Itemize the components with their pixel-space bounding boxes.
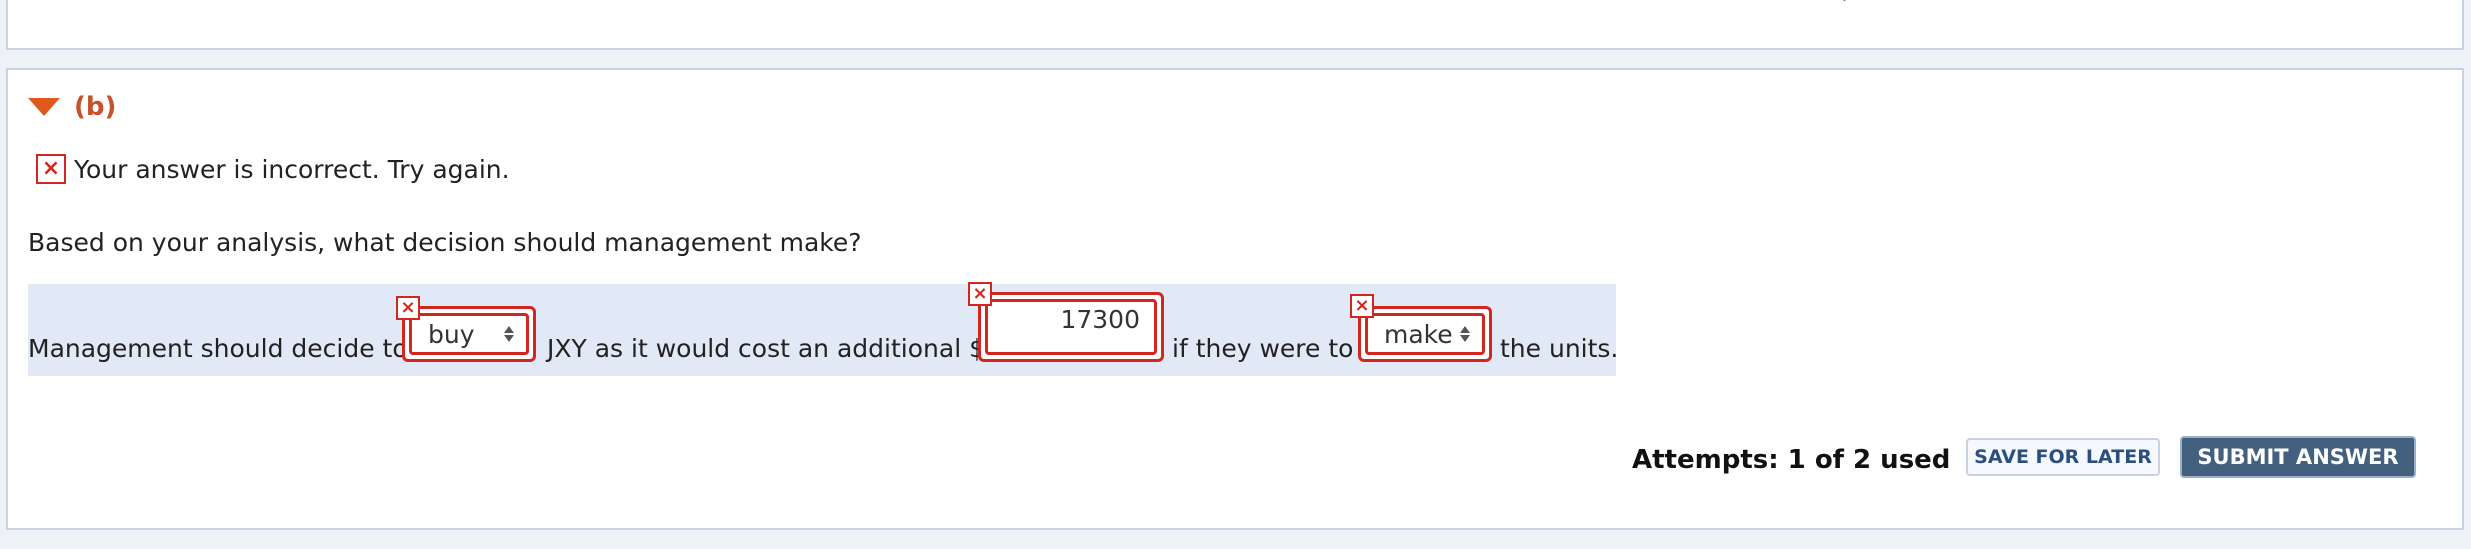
save-for-later-button[interactable]: SAVE FOR LATER xyxy=(1966,438,2160,476)
make-buy-error-x-icon: × xyxy=(1350,294,1374,318)
make-buy-select-value: make xyxy=(1384,319,1453,349)
section-label: (b) xyxy=(74,92,117,122)
amount-error-x-icon: × xyxy=(968,282,992,306)
decision-select-value: buy xyxy=(428,319,475,349)
attempts-counter: Attempts: 1 of 2 used xyxy=(1632,445,1951,475)
answer-text-2: JXY as it would cost an additional $ xyxy=(547,334,985,363)
feedback-text: Your answer is incorrect. Try again. xyxy=(74,154,510,184)
decision-error-x-icon: × xyxy=(396,296,420,320)
incorrect-x-icon: × xyxy=(36,154,66,184)
make-buy-select[interactable]: make xyxy=(1358,306,1492,362)
submit-answer-button[interactable]: SUBMIT ANSWER xyxy=(2180,436,2416,478)
feedback-message: × Your answer is incorrect. Try again. xyxy=(36,154,510,184)
answer-text-4: the units. xyxy=(1500,334,1619,363)
previous-part-panel xyxy=(6,0,2464,50)
cost-amount-value: 17300 xyxy=(1060,304,1140,334)
cost-amount-input[interactable]: 17300 xyxy=(978,292,1164,362)
previous-part-fragment xyxy=(1838,0,1850,2)
section-toggle[interactable]: (b) xyxy=(28,92,116,122)
caret-down-icon xyxy=(28,98,60,116)
answer-text-1: Management should decide to xyxy=(28,334,408,363)
answer-text-3: if they were to xyxy=(1172,334,1354,363)
answer-row: Management should decide to buy × JXY as… xyxy=(28,282,1619,376)
question-text: Based on your analysis, what decision sh… xyxy=(28,228,862,257)
select-arrows-icon xyxy=(502,326,516,342)
select-arrows-icon xyxy=(1458,326,1472,342)
part-b-panel: (b) × Your answer is incorrect. Try agai… xyxy=(6,68,2464,530)
decision-select[interactable]: buy xyxy=(402,306,536,362)
